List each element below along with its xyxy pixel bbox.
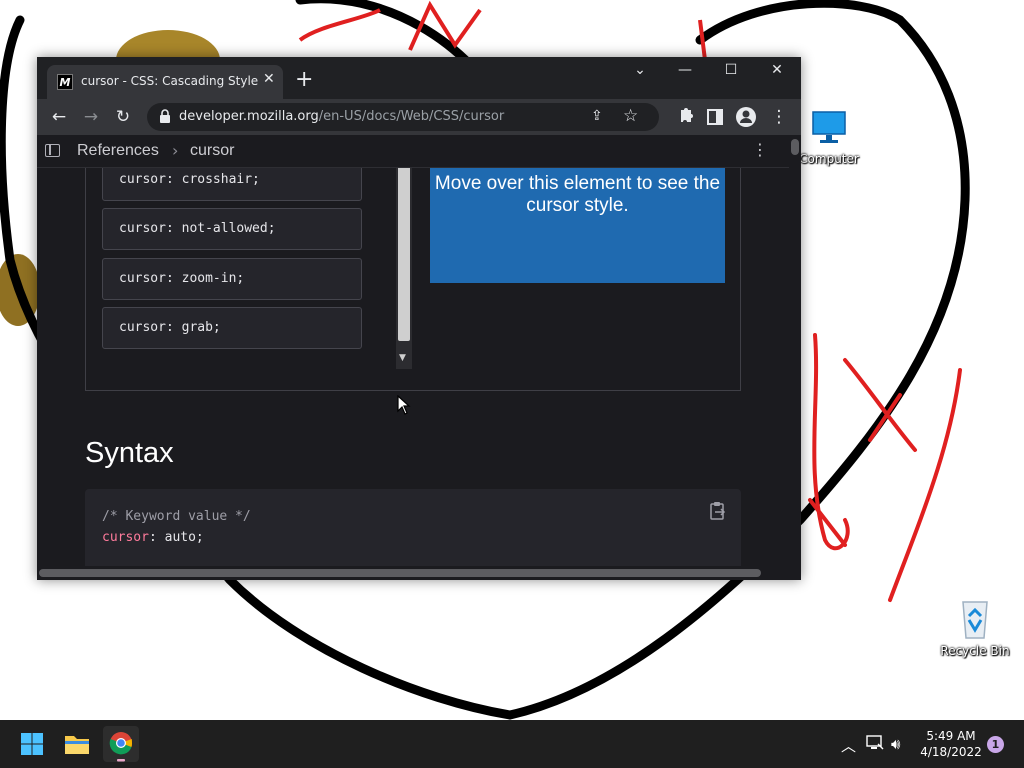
more-options-icon[interactable]: ⋮: [752, 140, 768, 159]
side-panel-icon[interactable]: [703, 105, 727, 129]
choice-code: cursor: crosshair;: [119, 172, 260, 187]
profile-avatar-icon[interactable]: [734, 105, 758, 129]
sidebar-toggle-icon[interactable]: [45, 144, 60, 157]
page-horizontal-scrollbar[interactable]: [37, 566, 801, 580]
code-property: cursor: [102, 530, 149, 545]
choice-not-allowed[interactable]: cursor: not-allowed;: [102, 208, 362, 250]
maximize-button[interactable]: ☐: [708, 62, 754, 78]
page-content: cursor: crosshair; cursor: not-allowed; …: [37, 135, 801, 580]
scrollbar-thumb[interactable]: [398, 145, 410, 341]
copy-clipboard-icon[interactable]: [709, 501, 727, 521]
url-host: developer.mozilla.org: [179, 109, 319, 124]
mouse-pointer-icon: [397, 395, 411, 415]
choice-code: cursor: grab;: [119, 320, 221, 335]
choice-code: cursor: not-allowed;: [119, 221, 276, 236]
choice-zoom-in[interactable]: cursor: zoom-in;: [102, 258, 362, 300]
recycle-bin-icon: [962, 601, 988, 639]
desktop-icon-label: Computer: [799, 152, 859, 166]
section-heading-syntax: Syntax: [85, 437, 174, 469]
desktop-icon-recycle-bin[interactable]: Recycle Bin: [935, 596, 1015, 658]
scroll-down-arrow-icon[interactable]: ▼: [399, 353, 406, 363]
choice-code: cursor: zoom-in;: [119, 271, 245, 286]
scrollbar-thumb[interactable]: [791, 139, 799, 155]
extensions-icon[interactable]: [673, 105, 697, 129]
chevron-right-icon: ›: [172, 141, 179, 160]
minimize-button[interactable]: —: [662, 62, 708, 78]
clock-date: 4/18/2022: [920, 745, 982, 759]
breadcrumb-cursor[interactable]: cursor: [190, 142, 234, 160]
network-icon[interactable]: [866, 735, 884, 751]
chrome-icon: [109, 732, 133, 762]
url-text: developer.mozilla.org/en-US/docs/Web/CSS…: [179, 109, 504, 124]
lock-icon: [160, 109, 170, 123]
page-vertical-scrollbar[interactable]: [789, 135, 801, 580]
mdn-favicon-icon: M: [57, 74, 73, 90]
back-button[interactable]: ←: [47, 105, 71, 129]
desktop-icon-computer[interactable]: Computer: [789, 108, 869, 166]
start-icon[interactable]: [14, 726, 50, 762]
browser-tab[interactable]: M cursor - CSS: Cascading Style Sheets |…: [47, 65, 283, 99]
browser-window: M cursor - CSS: Cascading Style Sheets |…: [37, 57, 801, 580]
taskbar: ︿ 🔊︎ 5:49 AM 4/18/2022 1: [0, 720, 1024, 768]
reload-button[interactable]: ↻: [111, 105, 135, 129]
new-tab-button[interactable]: +: [295, 67, 313, 92]
volume-icon[interactable]: 🔊︎: [891, 735, 900, 753]
share-icon[interactable]: ⇪: [591, 108, 603, 124]
close-window-button[interactable]: ✕: [754, 62, 800, 78]
browser-toolbar: ← → ↻ developer.mozilla.org/en-US/docs/W…: [37, 99, 801, 135]
tab-strip: M cursor - CSS: Cascading Style Sheets |…: [37, 57, 801, 99]
tab-search-button[interactable]: ⌄: [617, 62, 663, 78]
chrome-taskbar-button[interactable]: [103, 726, 139, 762]
tab-close-icon[interactable]: ✕: [263, 71, 275, 87]
chevron-up-icon[interactable]: ︿: [841, 735, 856, 756]
chrome-menu-icon[interactable]: ⋮: [767, 105, 791, 129]
code-comment: /* Keyword value */: [102, 509, 251, 524]
code-value: : auto;: [148, 530, 204, 545]
notification-badge[interactable]: 1: [987, 736, 1004, 753]
doc-breadcrumb-bar: References › cursor ⋮: [37, 135, 801, 168]
bookmark-star-icon[interactable]: ☆: [623, 106, 638, 126]
choice-grab[interactable]: cursor: grab;: [102, 307, 362, 349]
url-path: /en-US/docs/Web/CSS/cursor: [318, 109, 505, 124]
scrollbar-thumb[interactable]: [39, 569, 761, 577]
code-line: cursor: auto;: [102, 530, 204, 545]
tab-title: cursor - CSS: Cascading Style Sheets | M…: [81, 74, 259, 88]
choices-scrollbar[interactable]: ▼: [396, 145, 412, 369]
file-explorer-icon[interactable]: [59, 726, 95, 762]
forward-button[interactable]: →: [79, 105, 103, 129]
clock-time: 5:49 AM: [926, 729, 976, 743]
breadcrumb-references[interactable]: References: [77, 142, 159, 160]
desktop-icon-label: Recycle Bin: [940, 644, 1010, 658]
preview-text: Move over this element to see the cursor…: [434, 173, 721, 216]
interactive-example: cursor: crosshair; cursor: not-allowed; …: [85, 135, 741, 391]
tray-clock[interactable]: 5:49 AM 4/18/2022: [916, 728, 986, 760]
address-bar[interactable]: developer.mozilla.org/en-US/docs/Web/CSS…: [147, 103, 659, 131]
monitor-icon: [812, 111, 846, 143]
